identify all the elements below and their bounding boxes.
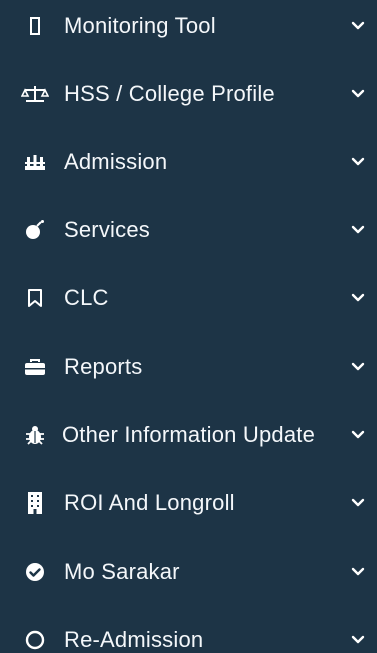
sidebar-item-hss-college-profile[interactable]: HSS / College Profile [0, 68, 377, 120]
chevron-down-icon[interactable] [349, 85, 367, 103]
school-building-icon [18, 151, 52, 173]
sidebar-item-clc[interactable]: CLC [0, 272, 377, 324]
chevron-down-icon[interactable] [349, 221, 367, 239]
chevron-down-icon[interactable] [349, 631, 367, 649]
chevron-down-icon[interactable] [349, 153, 367, 171]
circle-icon [18, 629, 52, 651]
briefcase-icon [18, 356, 52, 378]
sidebar-item-other-information-update[interactable]: Other Information Update [0, 409, 377, 461]
sidebar-item-admission[interactable]: Admission [0, 136, 377, 188]
chevron-down-icon[interactable] [349, 426, 367, 444]
chevron-down-icon[interactable] [349, 17, 367, 35]
chevron-down-icon[interactable] [349, 289, 367, 307]
bookmark-icon [18, 287, 52, 309]
bomb-icon [18, 219, 52, 241]
check-circle-icon [18, 561, 52, 583]
square-icon [18, 15, 52, 37]
balance-scale-icon [18, 83, 52, 105]
chevron-down-icon[interactable] [349, 563, 367, 581]
sidebar-item-label: Monitoring Tool [64, 13, 216, 38]
sidebar-item-label: Admission [64, 149, 168, 174]
sidebar-item-label: Re-Admission [64, 627, 204, 652]
sidebar-item-label: Other Information Update [62, 422, 316, 447]
sidebar-item-reports[interactable]: Reports [0, 341, 377, 393]
sidebar-item-re-admission[interactable]: Re-Admission [0, 614, 377, 653]
sidebar-item-label: Mo Sarakar [64, 559, 180, 584]
bug-icon [18, 424, 52, 446]
sidebar-item-services[interactable]: Services [0, 204, 377, 256]
sidebar-item-label: CLC [64, 285, 109, 310]
chevron-down-icon[interactable] [349, 358, 367, 376]
chevron-down-icon[interactable] [349, 494, 367, 512]
sidebar-item-label: Reports [64, 354, 143, 379]
sidebar-item-roi-and-longroll[interactable]: ROI And Longroll [0, 477, 377, 529]
sidebar-menu: Monitoring Tool HSS / College Profile Ad… [0, 0, 377, 653]
sidebar-item-mo-sarakar[interactable]: Mo Sarakar [0, 546, 377, 598]
sidebar-item-label: Services [64, 217, 150, 242]
building-icon [18, 492, 52, 514]
sidebar-item-label: ROI And Longroll [64, 490, 235, 515]
sidebar-item-monitoring-tool[interactable]: Monitoring Tool [0, 0, 377, 52]
sidebar-item-label: HSS / College Profile [64, 81, 275, 106]
